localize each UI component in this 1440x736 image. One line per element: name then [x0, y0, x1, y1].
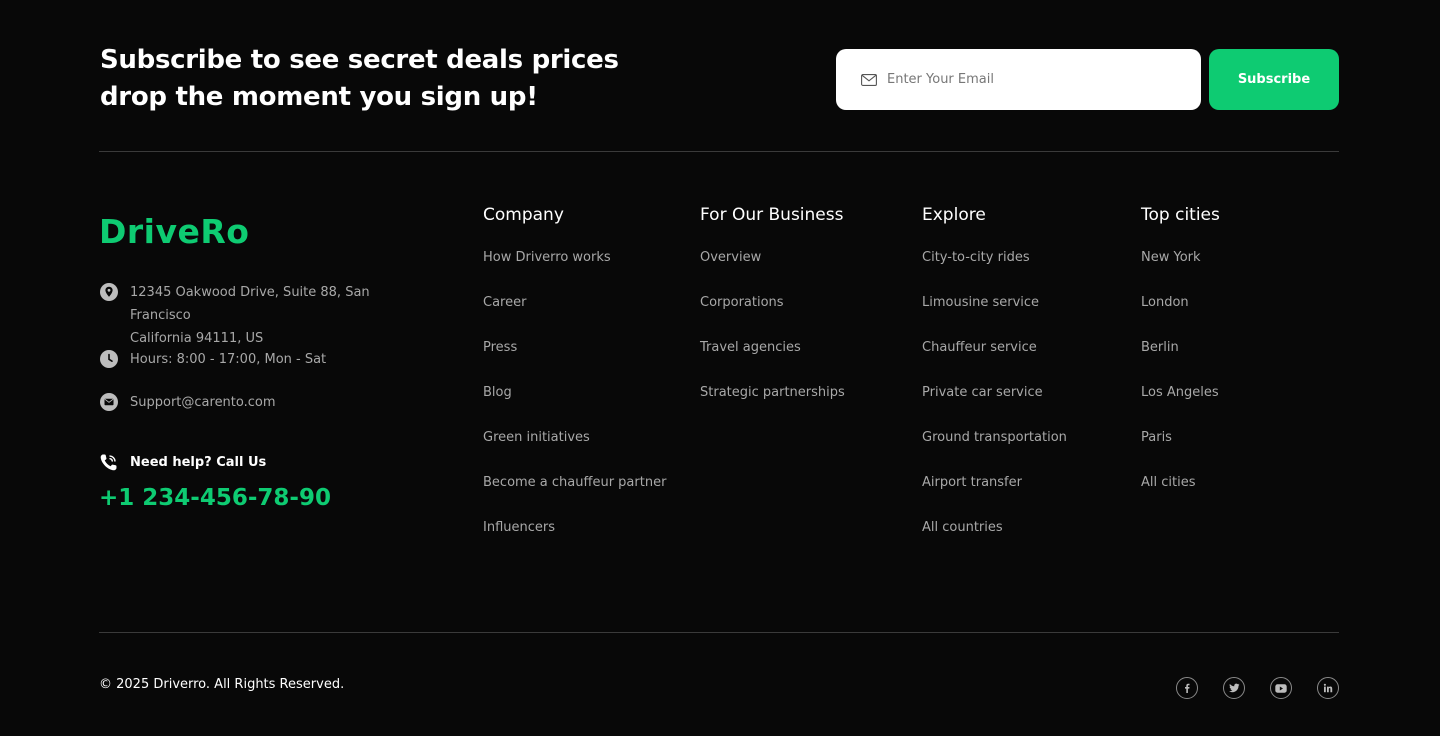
footer-link[interactable]: Ground transportation [922, 430, 1067, 445]
footer-link[interactable]: Blog [483, 385, 512, 400]
footer-link[interactable]: Career [483, 295, 526, 310]
copyright-text: © 2025 Driverro. All Rights Reserved. [99, 677, 345, 692]
footer-link[interactable]: City-to-city rides [922, 250, 1030, 265]
address-line1: 12345 Oakwood Drive, Suite 88, San Franc… [130, 285, 370, 323]
footer-link[interactable]: Become a chauffeur partner [483, 475, 666, 490]
youtube-link[interactable] [1270, 677, 1292, 699]
footer-link[interactable]: Private car service [922, 385, 1043, 400]
hours-row: Hours: 8:00 - 17:00, Mon - Sat [100, 348, 326, 371]
column-title: Top cities [1141, 205, 1220, 225]
footer-link[interactable]: Airport transfer [922, 475, 1022, 490]
linkedin-icon [1323, 683, 1333, 693]
twitter-icon [1228, 683, 1239, 693]
envelope-icon [861, 73, 877, 86]
footer-link[interactable]: All countries [922, 520, 1003, 535]
twitter-link[interactable] [1223, 677, 1245, 699]
footer-link[interactable]: Strategic partnerships [700, 385, 845, 400]
support-email-link[interactable]: Support@carento.com [130, 391, 276, 414]
footer-link[interactable]: Corporations [700, 295, 784, 310]
footer-link[interactable]: All cities [1141, 475, 1196, 490]
clock-icon [100, 350, 118, 368]
facebook-link[interactable] [1176, 677, 1198, 699]
footer-link[interactable]: Berlin [1141, 340, 1179, 355]
footer-link[interactable]: Limousine service [922, 295, 1039, 310]
subscribe-heading-line2: drop the moment you sign up! [100, 82, 538, 112]
logo[interactable]: DriveRo [99, 212, 249, 251]
linkedin-link[interactable] [1317, 677, 1339, 699]
footer-column-business: For Our Business Overview Corporations T… [700, 204, 845, 428]
address-line2: California 94111, US [130, 331, 264, 346]
subscribe-button[interactable]: Subscribe [1209, 49, 1339, 110]
footer-link[interactable]: Chauffeur service [922, 340, 1037, 355]
support-email-row[interactable]: Support@carento.com [100, 391, 276, 414]
location-pin-icon [100, 283, 118, 301]
mail-icon [100, 393, 118, 411]
footer-link[interactable]: Overview [700, 250, 761, 265]
social-links [1176, 677, 1339, 699]
footer-column-top-cities: Top cities New York London Berlin Los An… [1141, 204, 1220, 518]
footer-link[interactable]: How Driverro works [483, 250, 611, 265]
email-input[interactable] [887, 72, 1177, 87]
youtube-icon [1275, 683, 1287, 693]
help-row: Need help? Call Us [99, 453, 266, 472]
column-title: For Our Business [700, 205, 844, 225]
column-title: Company [483, 205, 564, 225]
footer-link[interactable]: Paris [1141, 430, 1172, 445]
footer-link[interactable]: Green initiatives [483, 430, 590, 445]
footer-link[interactable]: Influencers [483, 520, 555, 535]
footer-link[interactable]: London [1141, 295, 1189, 310]
footer-link[interactable]: New York [1141, 250, 1201, 265]
subscribe-heading-line1: Subscribe to see secret deals prices [100, 45, 619, 75]
subscribe-heading: Subscribe to see secret deals prices dro… [100, 42, 620, 116]
email-field-container[interactable] [836, 49, 1201, 110]
address-row: 12345 Oakwood Drive, Suite 88, San Franc… [100, 281, 430, 350]
footer-link[interactable]: Travel agencies [700, 340, 801, 355]
divider-top [99, 151, 1339, 152]
column-title: Explore [922, 205, 986, 225]
facebook-icon [1185, 683, 1190, 693]
phone-icon [100, 454, 117, 471]
help-label: Need help? Call Us [130, 455, 267, 470]
footer-link[interactable]: Press [483, 340, 517, 355]
footer-column-company: Company How Driverro works Career Press … [483, 204, 666, 563]
hours-text: Hours: 8:00 - 17:00, Mon - Sat [130, 352, 327, 367]
footer-link[interactable]: Los Angeles [1141, 385, 1219, 400]
footer-column-explore: Explore City-to-city rides Limousine ser… [922, 204, 1067, 563]
divider-bottom [99, 632, 1339, 633]
phone-number[interactable]: +1 234-456-78-90 [99, 485, 331, 511]
